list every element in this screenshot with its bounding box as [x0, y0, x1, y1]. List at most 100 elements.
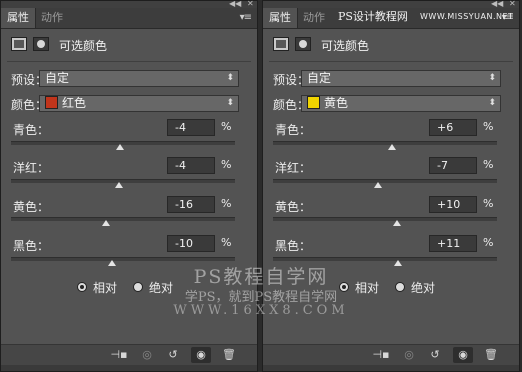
close-icon[interactable]: ✕ [509, 0, 516, 8]
selective-color-icon[interactable] [11, 37, 27, 51]
colors-value: 黄色 [324, 96, 349, 110]
color-swatch [307, 96, 320, 109]
collapse-icon[interactable]: ◀◀ [229, 0, 241, 8]
site-watermark-cn: PS设计教程网 [338, 10, 408, 23]
slider-label-black: 黑色： [13, 239, 50, 253]
view-previous-icon[interactable]: ◎ [399, 347, 419, 363]
preset-select[interactable]: 自定 ⬍ [39, 70, 239, 87]
eye-icon[interactable]: ◉ [453, 347, 473, 363]
clip-to-layer-icon[interactable]: ⊣▪ [371, 347, 391, 363]
magenta-slider-track[interactable] [273, 179, 497, 188]
slider-label-magenta: 洋红： [275, 161, 312, 175]
panel-top-strip: ◀◀ ✕ [263, 0, 519, 8]
absolute-radio[interactable] [395, 282, 405, 292]
slider-label-yellow: 黄色： [13, 200, 50, 214]
eye-icon[interactable]: ◉ [191, 347, 211, 363]
percent-unit: % [483, 120, 494, 133]
black-slider-track[interactable] [11, 257, 235, 266]
yellow-slider-thumb[interactable] [102, 220, 110, 226]
panel-footer [263, 365, 519, 371]
slider-label-cyan: 青色： [13, 123, 50, 137]
relative-label: 相对 [93, 281, 118, 295]
mask-icon[interactable] [295, 37, 311, 51]
magenta-value-field[interactable]: -7 [429, 157, 477, 174]
view-previous-icon[interactable]: ◎ [137, 347, 157, 363]
cyan-slider-track[interactable] [11, 141, 235, 150]
relative-label: 相对 [355, 281, 380, 295]
divider [7, 61, 251, 62]
reset-icon[interactable]: ↺ [425, 347, 445, 363]
cyan-slider-track[interactable] [273, 141, 497, 150]
divider [269, 61, 513, 62]
yellow-value-field[interactable]: +10 [429, 196, 477, 213]
properties-panel-yellow: ◀◀ ✕ 属性 动作 ▾≡ 可选颜色 预设： 自定 ⬍ 颜色： 黄色 ⬍ 青色：… [262, 0, 520, 372]
colors-select[interactable]: 红色 ⬍ [39, 95, 239, 112]
percent-unit: % [483, 236, 494, 249]
percent-unit: % [483, 158, 494, 171]
chevron-updown-icon: ⬍ [226, 73, 234, 83]
panel-bottom-bar: ⊣▪ ◎ ↺ ◉ 🗑 [1, 344, 257, 365]
slider-label-magenta: 洋红： [13, 161, 50, 175]
cyan-value-field[interactable]: -4 [167, 119, 215, 136]
magenta-value-field[interactable]: -4 [167, 157, 215, 174]
site-watermark-url: WWW.MISSYUAN.NET [420, 12, 514, 21]
magenta-slider-track[interactable] [11, 179, 235, 188]
collapse-icon[interactable]: ◀◀ [491, 0, 503, 8]
cyan-slider-thumb[interactable] [388, 144, 396, 150]
cyan-value-field[interactable]: +6 [429, 119, 477, 136]
yellow-slider-track[interactable] [11, 217, 235, 226]
panel-top-strip: ◀◀ ✕ [1, 0, 257, 8]
chevron-updown-icon: ⬍ [488, 98, 496, 108]
black-value-field[interactable]: +11 [429, 235, 477, 252]
adjustment-header: 可选颜色 [263, 34, 519, 56]
clip-to-layer-icon[interactable]: ⊣▪ [109, 347, 129, 363]
tab-properties[interactable]: 属性 [263, 8, 298, 28]
chevron-updown-icon: ⬍ [488, 73, 496, 83]
yellow-value-field[interactable]: -16 [167, 196, 215, 213]
yellow-slider-thumb[interactable] [393, 220, 401, 226]
black-slider-thumb[interactable] [108, 260, 116, 266]
trash-icon[interactable]: 🗑 [481, 347, 501, 363]
panel-bottom-bar: ⊣▪ ◎ ↺ ◉ 🗑 [263, 344, 519, 365]
absolute-radio[interactable] [133, 282, 143, 292]
black-slider-thumb[interactable] [394, 260, 402, 266]
tab-actions[interactable]: 动作 [297, 8, 331, 28]
relative-radio[interactable] [77, 282, 87, 292]
colors-value: 红色 [62, 96, 87, 110]
mask-icon[interactable] [33, 37, 49, 51]
relative-radio[interactable] [339, 282, 349, 292]
selective-color-icon[interactable] [273, 37, 289, 51]
yellow-slider-track[interactable] [273, 217, 497, 226]
close-icon[interactable]: ✕ [247, 0, 254, 8]
properties-panel-red: ◀◀ ✕ 属性 动作 ▾≡ 可选颜色 预设： 自定 ⬍ 颜色： 红色 ⬍ 青色：… [0, 0, 258, 372]
absolute-label: 绝对 [411, 281, 436, 295]
trash-icon[interactable]: 🗑 [219, 347, 239, 363]
panel-footer [1, 365, 257, 371]
magenta-slider-thumb[interactable] [115, 182, 123, 188]
menu-icon[interactable]: ▾≡ [240, 12, 252, 23]
percent-unit: % [483, 197, 494, 210]
percent-unit: % [221, 158, 232, 171]
reset-icon[interactable]: ↺ [163, 347, 183, 363]
black-slider-track[interactable] [273, 257, 497, 266]
tab-properties[interactable]: 属性 [1, 8, 36, 28]
percent-unit: % [221, 197, 232, 210]
magenta-slider-thumb[interactable] [374, 182, 382, 188]
chevron-updown-icon: ⬍ [226, 98, 234, 108]
slider-label-cyan: 青色： [275, 123, 312, 137]
adjustment-title: 可选颜色 [321, 39, 370, 53]
percent-unit: % [221, 120, 232, 133]
preset-value: 自定 [307, 71, 332, 85]
adjustment-title: 可选颜色 [59, 39, 108, 53]
black-value-field[interactable]: -10 [167, 235, 215, 252]
tab-row: 属性 动作 ▾≡ [1, 8, 257, 29]
preset-select[interactable]: 自定 ⬍ [301, 70, 501, 87]
colors-select[interactable]: 黄色 ⬍ [301, 95, 501, 112]
slider-label-yellow: 黄色： [275, 200, 312, 214]
tab-actions[interactable]: 动作 [35, 8, 69, 28]
adjustment-header: 可选颜色 [1, 34, 257, 56]
percent-unit: % [221, 236, 232, 249]
cyan-slider-thumb[interactable] [116, 144, 124, 150]
slider-label-black: 黑色： [275, 239, 312, 253]
color-swatch [45, 96, 58, 109]
